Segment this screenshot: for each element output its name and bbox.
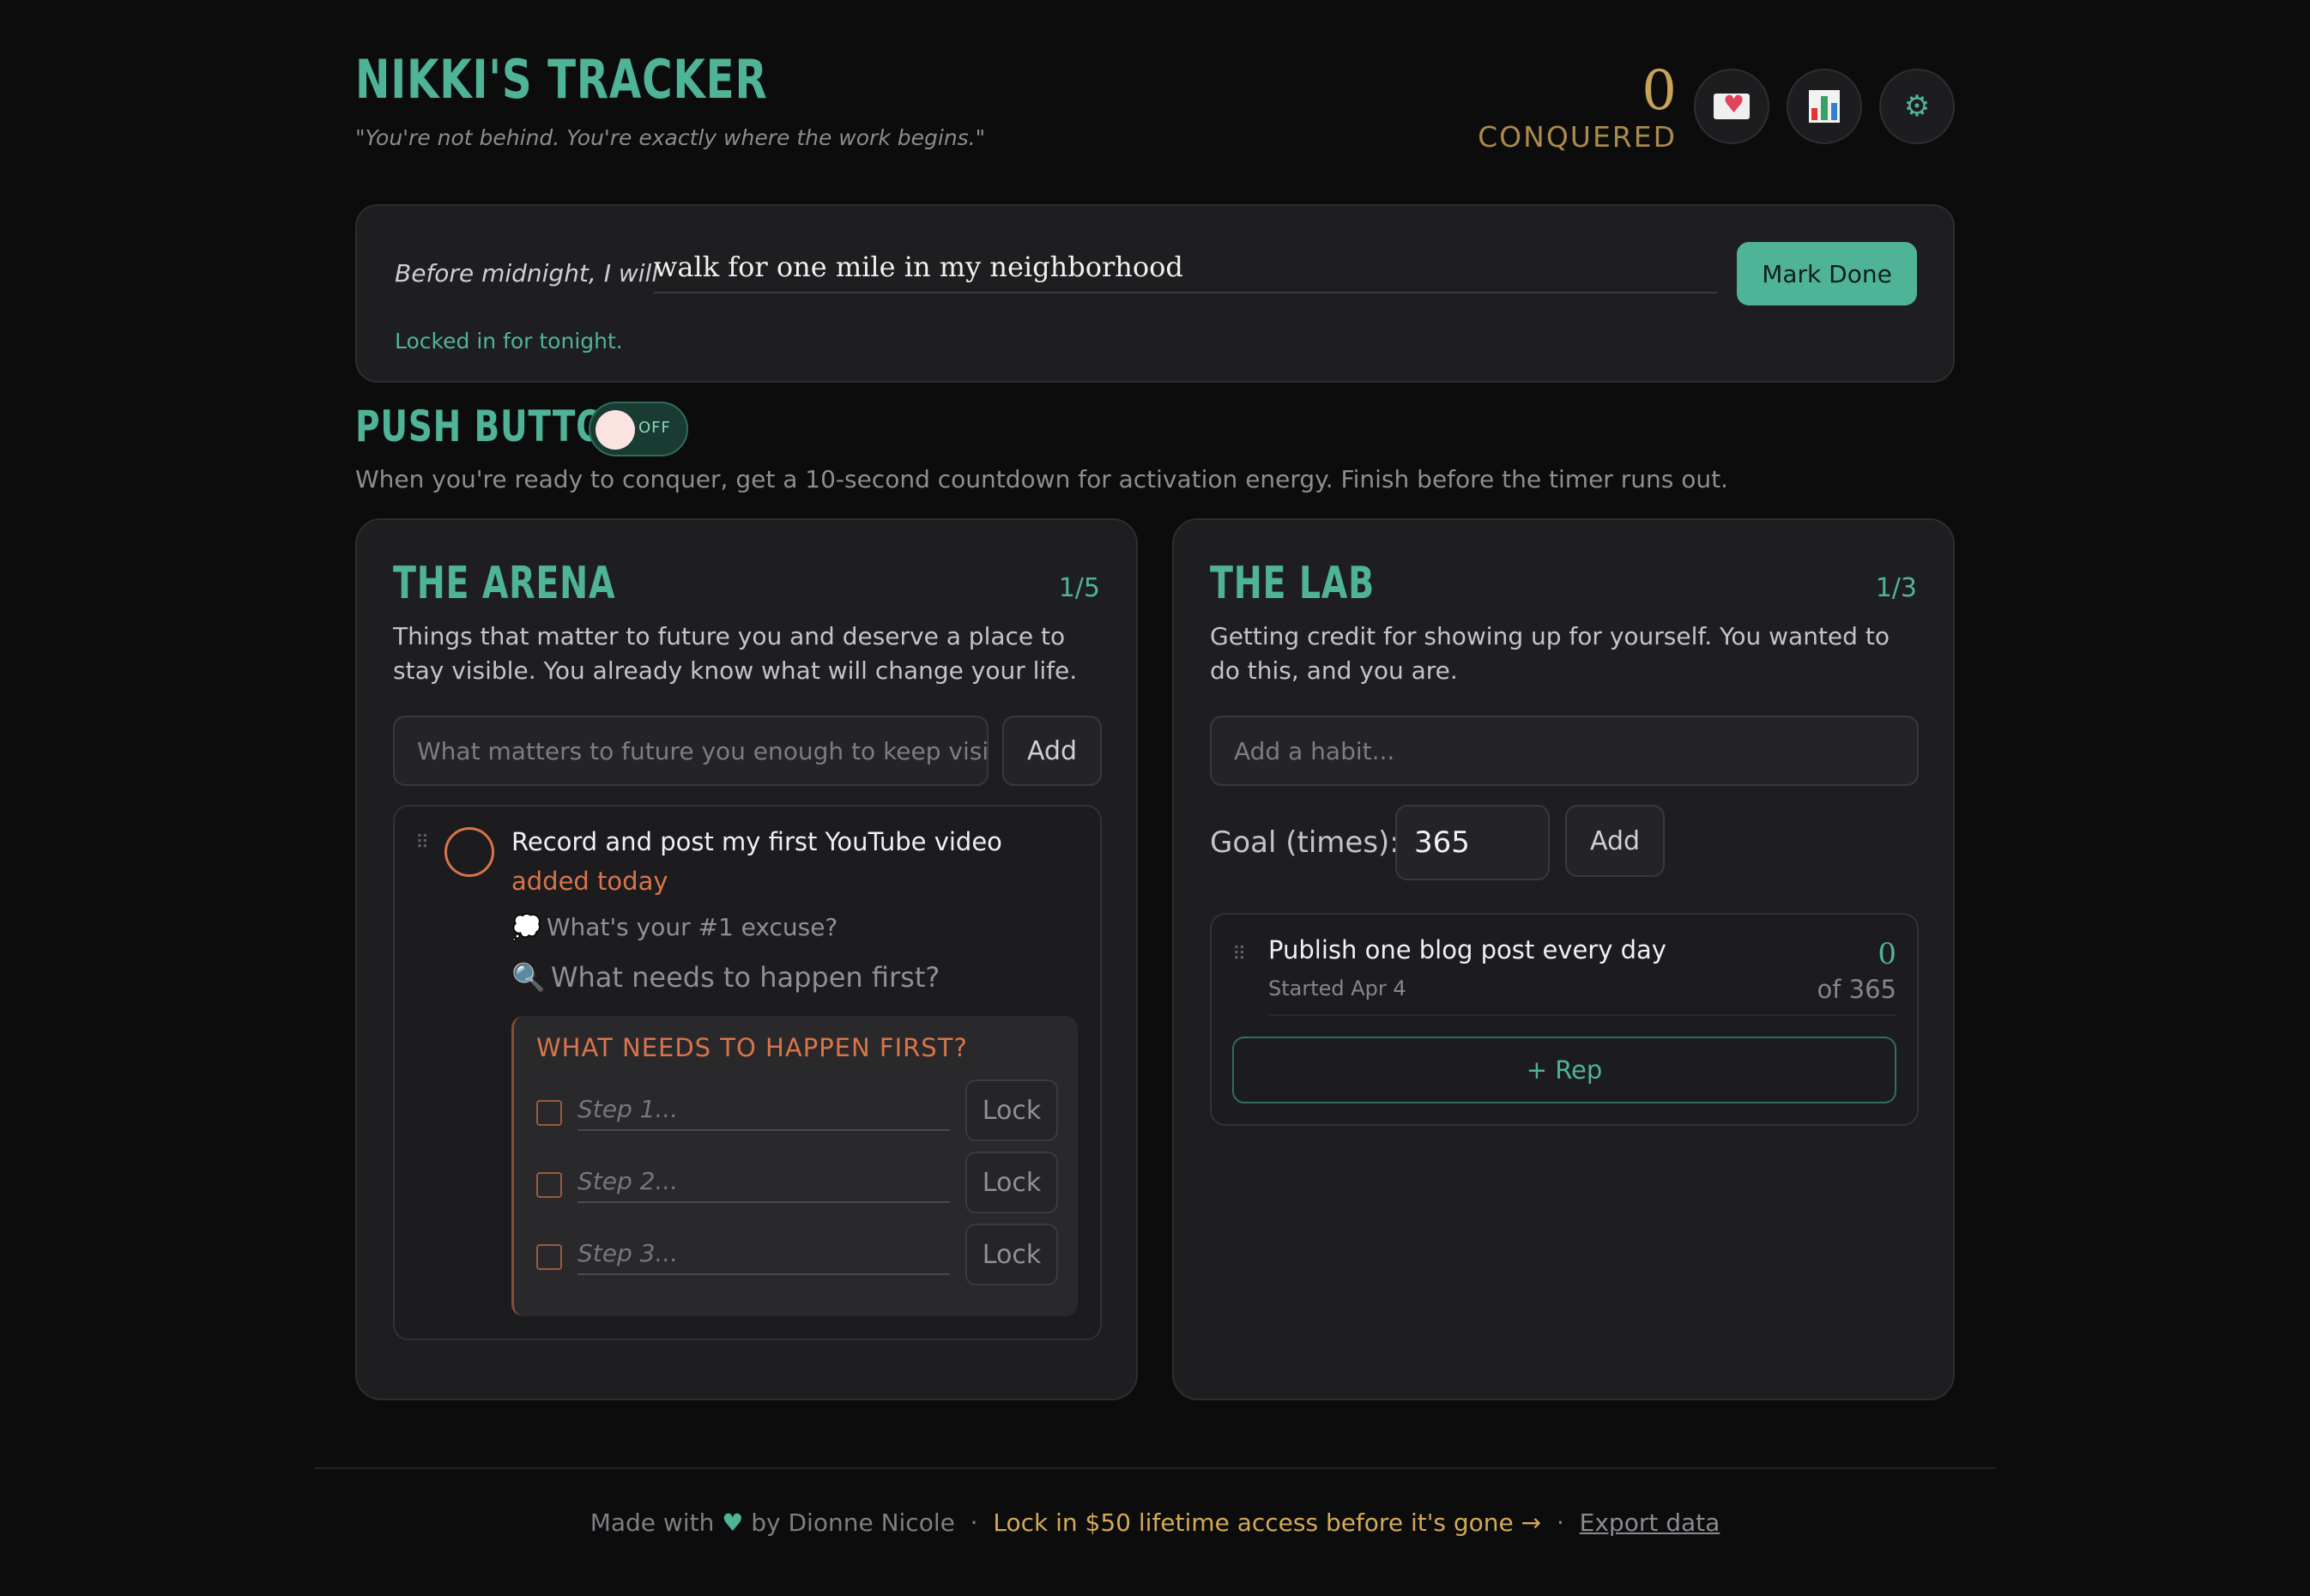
step-row: Step 3... Lock [536,1224,1058,1287]
goal-times-input[interactable]: 365 [1395,805,1550,880]
conquered-count: 0 [1642,59,1677,123]
step-row: Step 1... Lock [536,1079,1058,1143]
conquered-label: CONQUERED [1478,120,1677,154]
lab-description: Getting credit for showing up for yourse… [1210,622,1890,685]
arena-title: THE ARENA [393,558,616,609]
arena-count: 1/5 [1058,573,1100,603]
commitment-status: Locked in for tonight. [395,329,623,354]
step-checkbox[interactable] [536,1100,562,1126]
footer-divider [314,1467,1996,1469]
step-lock-button[interactable]: Lock [965,1224,1058,1285]
lab-panel: THE LAB 1/3 Getting credit for showing u… [1172,518,1955,1400]
stats-button[interactable] [1787,69,1862,144]
excuse-prompt[interactable]: 💭 What's your #1 excuse? [511,913,838,941]
drag-handle-icon[interactable]: ⠿ [415,832,429,854]
habit-title: Publish one blog post every day [1268,935,1666,964]
step-checkbox[interactable] [536,1244,562,1270]
settings-button[interactable]: ⚙ [1879,69,1955,144]
lifetime-access-link[interactable]: Lock in $50 lifetime access before it's … [993,1508,1541,1537]
commitment-goal-field[interactable]: walk for one mile in my neighborhood [654,251,1183,290]
steps-heading: WHAT NEEDS TO HAPPEN FIRST? [536,1033,968,1062]
commitment-prefix: Before midnight, I will [395,259,659,287]
add-rep-button[interactable]: + Rep [1232,1037,1896,1103]
bar-chart-icon [1809,90,1840,123]
task-added-date: added today [511,867,668,896]
love-letter-icon [1714,90,1750,119]
habit-rep-count: 0 [1878,937,1896,971]
lab-title: THE LAB [1210,558,1376,609]
footer-separator: · [1556,1508,1564,1537]
drag-handle-icon[interactable]: ⠿ [1232,944,1246,965]
task-title: Record and post my first YouTube video [511,827,1002,856]
arena-task-item: ⠿ Record and post my first YouTube video… [393,805,1102,1340]
lab-count: 1/3 [1875,573,1917,603]
step-input[interactable]: Step 1... [578,1091,950,1131]
habit-goal-total: of 365 [1817,975,1896,1004]
magnifier-icon: 🔍 [511,961,546,994]
midnight-commitment-card: Before midnight, I will walk for one mil… [355,204,1955,383]
toggle-knob [596,410,635,450]
push-button-toggle[interactable]: OFF [589,402,688,456]
step-input[interactable]: Step 2... [578,1164,950,1203]
footer: Made with ♥ by Dionne Nicole · Lock in $… [0,1508,2310,1537]
gear-icon: ⚙ [1903,89,1931,124]
arena-input[interactable]: What matters to future you enough to kee… [393,716,989,786]
arena-panel: THE ARENA 1/5 Things that matter to futu… [355,518,1138,1400]
first-step-prompt-text: What needs to happen first? [550,961,940,994]
habit-start-date: Started Apr 4 [1268,976,1406,1001]
thought-bubble-icon: 💭 [511,913,541,941]
mark-done-button[interactable]: Mark Done [1737,242,1917,305]
arena-add-button[interactable]: Add [1002,716,1102,786]
arena-description: Things that matter to future you and des… [393,622,1078,685]
push-button-description: When you're ready to conquer, get a 10-s… [355,465,1728,493]
heart-icon: ♥ [722,1508,744,1537]
excuse-prompt-text: What's your #1 excuse? [546,913,838,941]
footer-separator: · [970,1508,978,1537]
footer-author: by Dionne Nicole [751,1508,955,1537]
step-row: Step 2... Lock [536,1152,1058,1215]
commitment-underline [654,292,1718,293]
export-data-link[interactable]: Export data [1580,1508,1720,1537]
love-letter-button[interactable] [1694,69,1769,144]
complete-circle-button[interactable] [444,827,494,877]
first-step-prompt[interactable]: 🔍 What needs to happen first? [511,961,940,994]
footer-made-with: Made with [590,1508,715,1537]
divider [1268,1014,1896,1016]
step-checkbox[interactable] [536,1172,562,1198]
step-input[interactable]: Step 3... [578,1236,950,1275]
habit-item: ⠿ Publish one blog post every day Starte… [1210,913,1919,1126]
step-lock-button[interactable]: Lock [965,1152,1058,1213]
conquered-counter: 0 CONQUERED [1478,63,1677,154]
goal-label: Goal (times): [1210,825,1400,860]
step-lock-button[interactable]: Lock [965,1079,1058,1141]
toggle-state: OFF [638,419,671,437]
page-title: NIKKI'S TRACKER [355,48,768,111]
habit-input[interactable]: Add a habit... [1210,716,1919,786]
steps-box: WHAT NEEDS TO HAPPEN FIRST? Step 1... Lo… [511,1016,1078,1316]
tagline: "You're not behind. You're exactly where… [355,125,986,150]
lab-add-button[interactable]: Add [1565,805,1665,877]
